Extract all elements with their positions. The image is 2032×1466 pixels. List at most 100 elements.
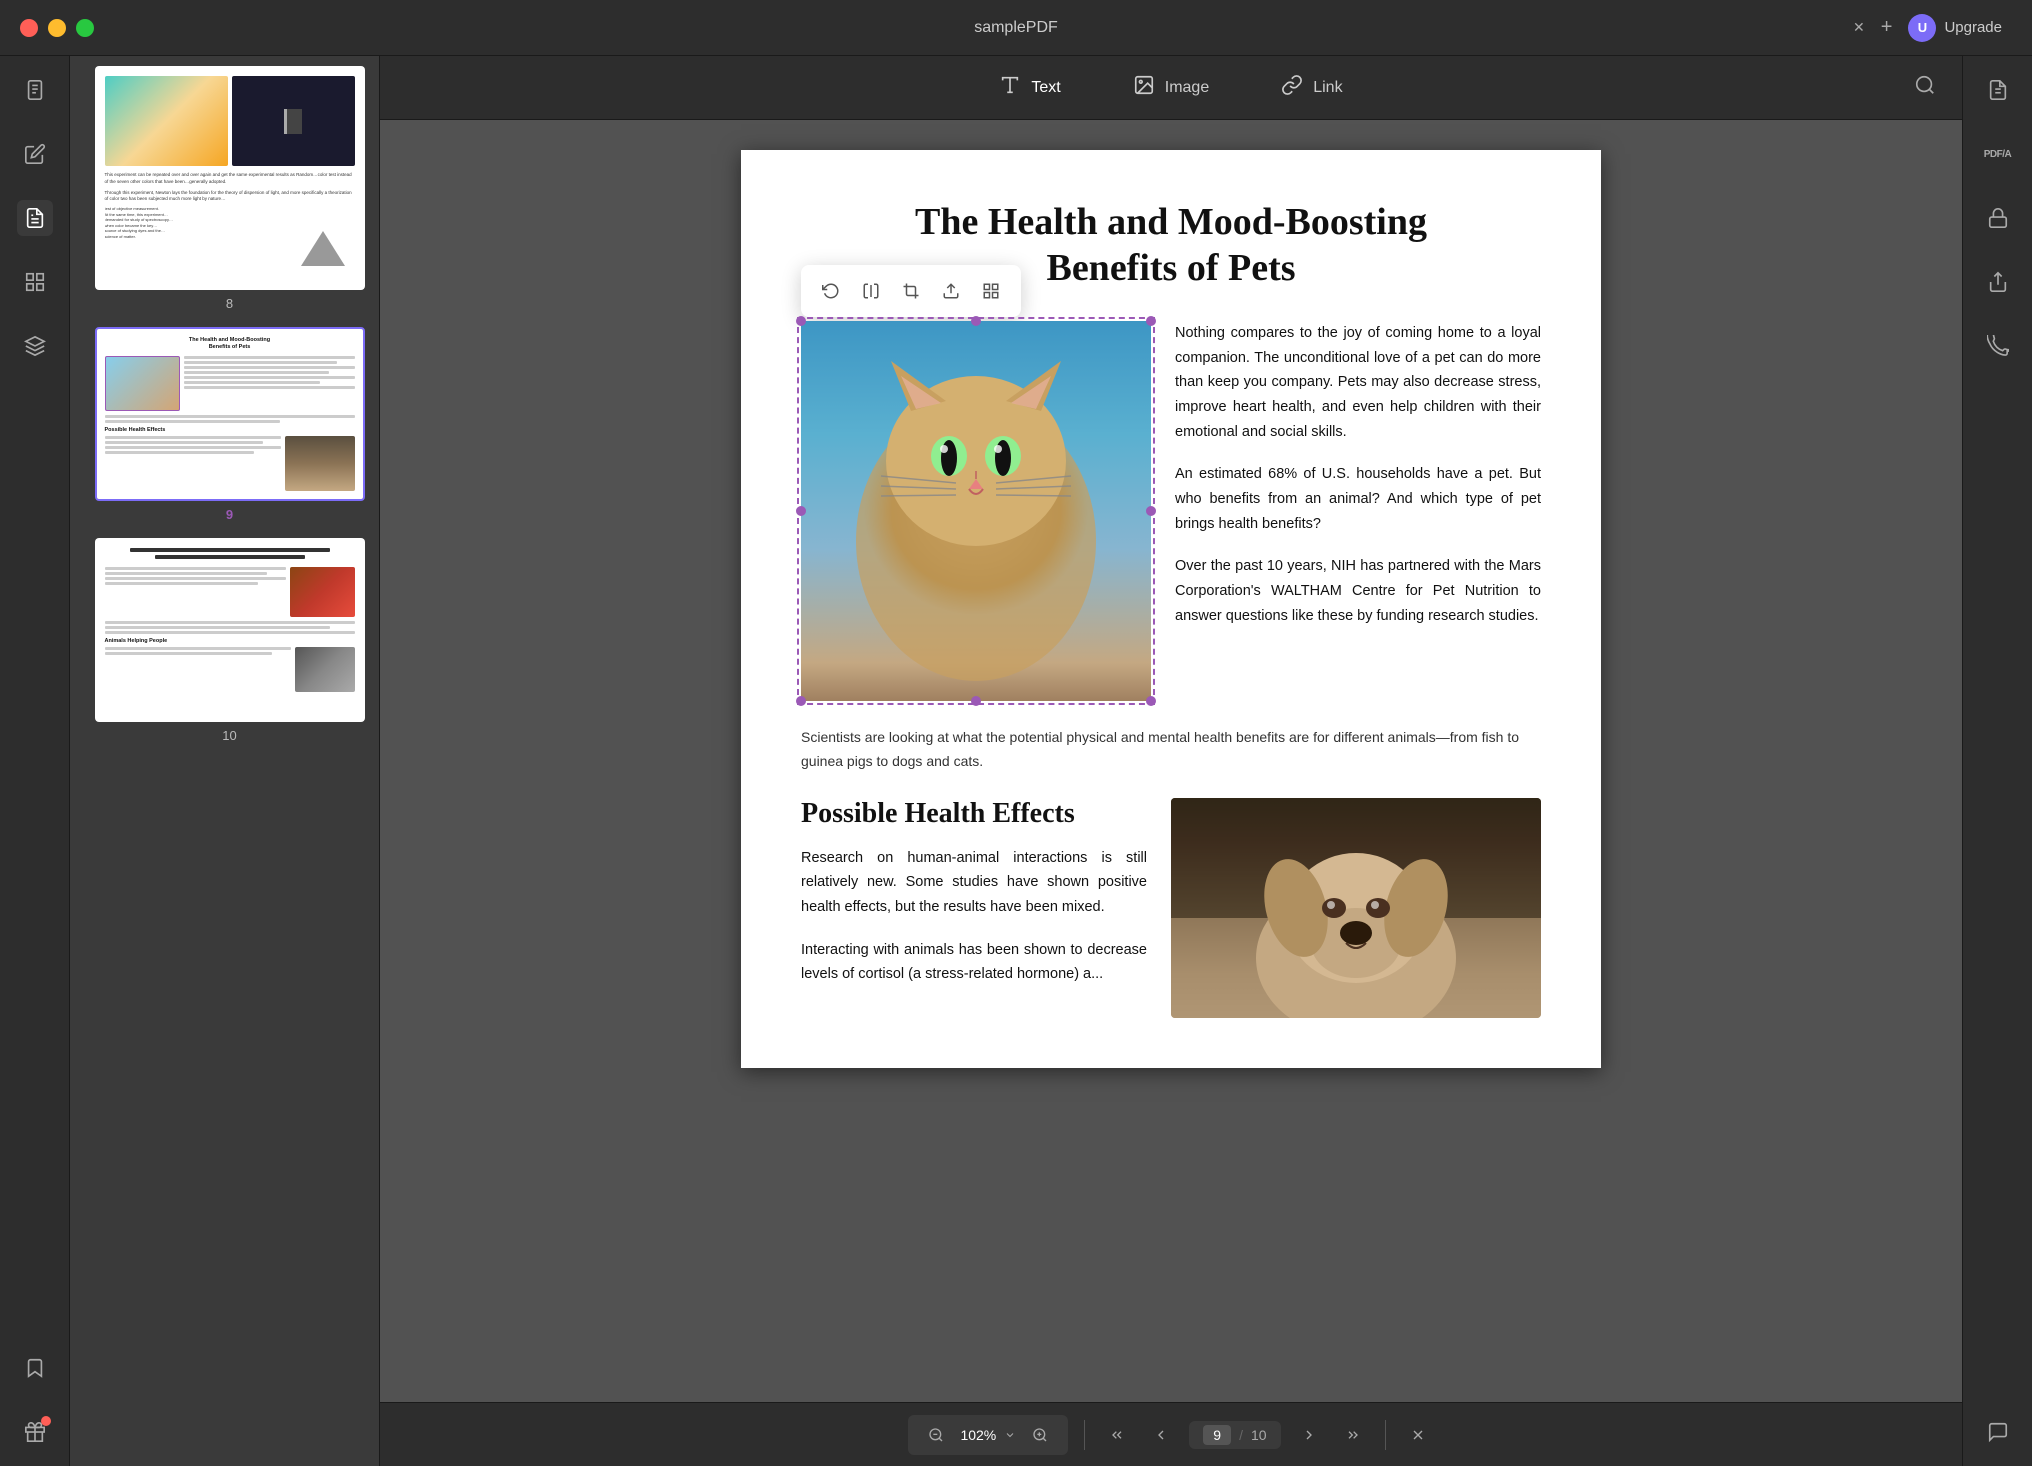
- zoom-in-button[interactable]: [1024, 1419, 1056, 1451]
- left-sidebar: [0, 56, 70, 1466]
- bottom-bar: 102%: [380, 1402, 1962, 1466]
- divider-1: [1084, 1420, 1085, 1450]
- sidebar-icon-gift[interactable]: [17, 1414, 53, 1450]
- page-indicator: 9 / 10: [1189, 1421, 1280, 1449]
- thumb-num-9: 9: [226, 507, 233, 522]
- right-icon-email[interactable]: [1980, 328, 2016, 364]
- thumb-frame-8: This experiment can be repeated over and…: [95, 66, 365, 290]
- add-tab-icon[interactable]: +: [1881, 16, 1893, 39]
- thumbnail-page-9[interactable]: The Health and Mood-BoostingBenefits of …: [80, 327, 379, 522]
- zoom-dropdown-icon: [1004, 1429, 1016, 1441]
- handle-mid-right[interactable]: [1146, 506, 1156, 516]
- toolbar-right: [1908, 68, 1942, 108]
- link-tool[interactable]: Link: [1265, 66, 1358, 109]
- divider-2: [1385, 1420, 1386, 1450]
- paragraph-1: Nothing compares to the joy of coming ho…: [1175, 321, 1541, 444]
- upgrade-button[interactable]: U Upgrade: [1908, 14, 2002, 42]
- health-effects-text: Possible Health Effects Research on huma…: [801, 798, 1147, 1018]
- main-toolbar: Text Image: [380, 56, 1962, 120]
- sidebar-icon-edit[interactable]: [17, 136, 53, 172]
- handle-top-right[interactable]: [1146, 316, 1156, 326]
- next-page-button[interactable]: [1293, 1419, 1325, 1451]
- pdf-page: The Health and Mood-Boosting Benefits of…: [741, 150, 1601, 1068]
- section-para-2: Interacting with animals has been shown …: [801, 938, 1147, 987]
- paragraph-2: An estimated 68% of U.S. households have…: [1175, 462, 1541, 536]
- image-column: [801, 321, 1151, 706]
- user-avatar: U: [1908, 14, 1936, 42]
- titlebar: samplePDF ✕ + U Upgrade: [0, 0, 2032, 56]
- right-icon-secure[interactable]: [1980, 200, 2016, 236]
- current-page[interactable]: 9: [1203, 1425, 1231, 1445]
- right-icon-convert[interactable]: [1980, 72, 2016, 108]
- thumbnail-page-8[interactable]: This experiment can be repeated over and…: [80, 66, 379, 311]
- window-controls[interactable]: [20, 19, 94, 37]
- main-content-row: Nothing compares to the joy of coming ho…: [801, 321, 1541, 706]
- sidebar-icon-layers[interactable]: [17, 328, 53, 364]
- thumb-num-10: 10: [222, 728, 236, 743]
- section-heading: Possible Health Effects: [801, 798, 1147, 830]
- text-tool-label: Text: [1031, 79, 1060, 97]
- cat-photo: [801, 321, 1151, 701]
- handle-bottom-right[interactable]: [1146, 696, 1156, 706]
- img-tool-crop[interactable]: [893, 273, 929, 309]
- img-tool-replace[interactable]: [933, 273, 969, 309]
- section-para-1: Research on human-animal interactions is…: [801, 846, 1147, 920]
- prev-page-button[interactable]: [1145, 1419, 1177, 1451]
- close-tab-icon[interactable]: ✕: [1853, 19, 1865, 36]
- image-tool-icon: [1133, 74, 1155, 101]
- sidebar-icon-bookmark[interactable]: [17, 1350, 53, 1386]
- paragraph-3: Over the past 10 years, NIH has partnere…: [1175, 554, 1541, 628]
- window-title: samplePDF: [974, 19, 1058, 37]
- handle-top-mid[interactable]: [971, 316, 981, 326]
- handle-mid-left[interactable]: [796, 506, 806, 516]
- image-selection-container[interactable]: [801, 321, 1151, 701]
- right-icon-pdfa[interactable]: PDF/A: [1980, 136, 2016, 172]
- sidebar-icon-document[interactable]: [17, 72, 53, 108]
- right-icon-chat[interactable]: [1980, 1414, 2016, 1450]
- sidebar-bottom: [17, 1350, 53, 1450]
- titlebar-actions: ✕ + U Upgrade: [1853, 14, 2002, 42]
- bottom-bar-center: 102%: [908, 1415, 1433, 1455]
- toolbar-center: Text Image: [983, 66, 1358, 109]
- img-tool-rotate-left[interactable]: [813, 273, 849, 309]
- thumb-frame-10: Animals Helping People: [95, 538, 365, 722]
- close-button[interactable]: [20, 19, 38, 37]
- right-sidebar: PDF/A: [1962, 56, 2032, 1466]
- thumbnail-panel[interactable]: This experiment can be repeated over and…: [70, 56, 380, 1466]
- thumb-img-8: This experiment can be repeated over and…: [97, 68, 363, 288]
- total-pages: 10: [1251, 1427, 1267, 1443]
- text-tool-icon: [999, 74, 1021, 101]
- handle-bottom-left[interactable]: [796, 696, 806, 706]
- minimize-button[interactable]: [48, 19, 66, 37]
- search-button[interactable]: [1908, 68, 1942, 108]
- image-tool-label: Image: [1165, 79, 1209, 97]
- close-viewer-button[interactable]: [1402, 1419, 1434, 1451]
- first-page-button[interactable]: [1101, 1419, 1133, 1451]
- zoom-value: 102%: [960, 1427, 996, 1443]
- thumb-num-8: 8: [226, 296, 233, 311]
- img-tool-more[interactable]: [973, 273, 1009, 309]
- zoom-control[interactable]: 102%: [908, 1415, 1068, 1455]
- right-icon-share[interactable]: [1980, 264, 2016, 300]
- img-tool-flip[interactable]: [853, 273, 889, 309]
- text-column: Nothing compares to the joy of coming ho…: [1175, 321, 1541, 706]
- image-tool[interactable]: Image: [1117, 66, 1225, 109]
- dog-photo: [1171, 798, 1541, 1018]
- thumbnail-page-10[interactable]: Animals Helping People 10: [80, 538, 379, 743]
- main-area: Text Image: [380, 56, 1962, 1466]
- sidebar-icon-annotate[interactable]: [17, 200, 53, 236]
- thumb-frame-9: The Health and Mood-BoostingBenefits of …: [95, 327, 365, 501]
- sidebar-icon-organize[interactable]: [17, 264, 53, 300]
- text-tool[interactable]: Text: [983, 66, 1076, 109]
- app-body: This experiment can be repeated over and…: [0, 56, 2032, 1466]
- maximize-button[interactable]: [76, 19, 94, 37]
- health-effects-section: Possible Health Effects Research on huma…: [801, 798, 1541, 1018]
- zoom-out-button[interactable]: [920, 1419, 952, 1451]
- gift-badge: [41, 1416, 51, 1426]
- link-tool-label: Link: [1313, 79, 1342, 97]
- link-tool-icon: [1281, 74, 1303, 101]
- last-page-button[interactable]: [1337, 1419, 1369, 1451]
- handle-bottom-mid[interactable]: [971, 696, 981, 706]
- image-caption: Scientists are looking at what the poten…: [801, 726, 1541, 774]
- pdf-viewer[interactable]: The Health and Mood-Boosting Benefits of…: [380, 120, 1962, 1402]
